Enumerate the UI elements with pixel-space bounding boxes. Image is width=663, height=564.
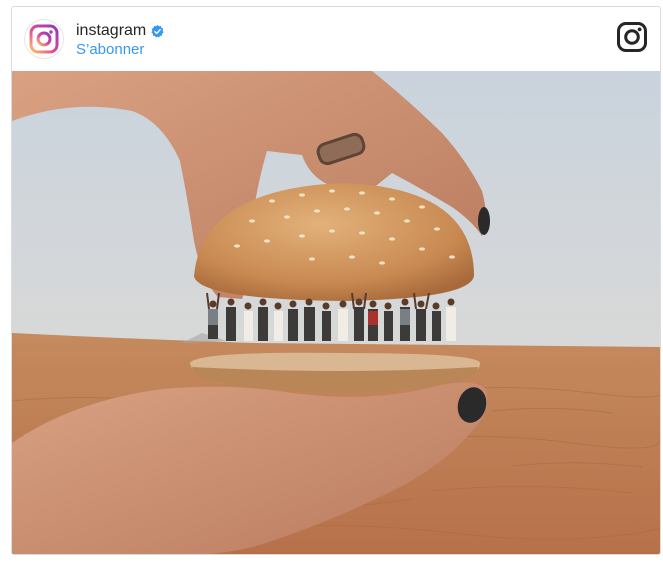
instagram-logo-icon	[29, 24, 59, 54]
account-avatar[interactable]	[24, 19, 64, 59]
verified-badge-icon	[151, 24, 164, 37]
finger-nail	[478, 207, 490, 235]
account-name-row: instagram	[76, 21, 164, 41]
post-photo[interactable]	[12, 71, 660, 555]
instagram-embed-card: instagram S’abonner	[11, 6, 661, 555]
instagram-glyph-icon[interactable]	[616, 21, 648, 53]
account-name[interactable]: instagram	[76, 22, 146, 40]
follow-button[interactable]: S’abonner	[76, 41, 144, 58]
post-header: instagram S’abonner	[12, 7, 660, 71]
